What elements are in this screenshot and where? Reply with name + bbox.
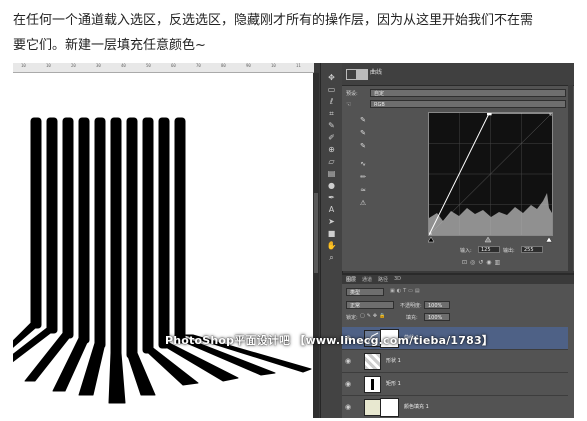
ruler-tick: 80	[221, 63, 226, 68]
adjustment-icon[interactable]	[346, 69, 357, 80]
opacity-field[interactable]: 100%	[424, 301, 450, 309]
horizontal-ruler: 10 10 20 30 40 50 60 70 80 90 10 11	[13, 63, 314, 73]
channel-dropdown[interactable]: RGB	[370, 100, 566, 108]
caption-line-1: 在任何一个通道载入选区，反选选区，隐藏刚才所有的操作层，因为从这里开始我们不在需	[13, 13, 534, 28]
curve-control-point[interactable]	[486, 110, 492, 116]
canvas-scrollbar[interactable]	[313, 73, 319, 418]
visibility-eye-icon[interactable]: ◉	[345, 357, 351, 365]
properties-title: 曲线	[370, 69, 383, 76]
ruler-tick: 11	[296, 63, 301, 68]
fill-field[interactable]: 100%	[424, 313, 450, 321]
layer-name: 颜色填充 1	[404, 404, 429, 410]
preset-value: 自定	[374, 91, 385, 97]
ruler-tick: 70	[196, 63, 201, 68]
layer-row-color-fill[interactable]: ◉ 颜色填充 1	[342, 396, 568, 418]
channel-value: RGB	[374, 102, 385, 108]
caption-line-2: 要它们。新建一层填充任意颜色~	[13, 38, 206, 53]
layer-filter-dropdown[interactable]: 类型	[346, 288, 384, 296]
input-value: 125	[481, 247, 491, 253]
layer-name: 矩形 1	[386, 381, 401, 387]
shape-layer-thumb	[364, 353, 381, 370]
tab-paths[interactable]: 路径	[378, 276, 388, 283]
layer-mask-thumb	[380, 398, 399, 417]
layers-tabs: 图层 通道 路径 3D	[342, 275, 574, 284]
properties-scrollbar[interactable]	[568, 85, 573, 271]
output-label: 输出:	[503, 248, 515, 254]
blend-mode-value: 正常	[350, 303, 361, 309]
curves-plot	[426, 110, 555, 238]
gray-point-slider	[484, 236, 492, 243]
properties-header: 曲线	[342, 63, 574, 86]
visibility-eye-icon[interactable]: ◉	[345, 380, 351, 388]
rectangle-layer-thumb	[364, 376, 381, 393]
tab-layers[interactable]: 图层	[346, 276, 356, 283]
eyedropper-white-icon[interactable]: ✎	[357, 141, 369, 152]
tab-channels[interactable]: 通道	[362, 276, 372, 283]
ruler-tick: 90	[246, 63, 251, 68]
lock-label: 锁定:	[346, 315, 358, 321]
ruler-tick: 50	[146, 63, 151, 68]
filter-icons[interactable]: ▣◐T▭▤	[390, 288, 422, 294]
input-label: 输入:	[460, 248, 472, 254]
ruler-tick: 30	[96, 63, 101, 68]
panel-footer-icons[interactable]: ⊡◎↺◉▥	[462, 259, 503, 266]
curve-point-tool-icon[interactable]: ∿	[357, 159, 369, 170]
pencil-tool-icon[interactable]: ✏	[357, 172, 369, 183]
tab-3d[interactable]: 3D	[394, 276, 401, 282]
photoshop-screenshot: 10 10 20 30 40 50 60 70 80 90 10 11 ✥ ▭ …	[13, 63, 574, 418]
ruler-tick: 40	[121, 63, 126, 68]
opacity-label: 不透明度:	[400, 303, 422, 309]
ruler-tick: 10	[21, 63, 26, 68]
clipping-warning-icon[interactable]: ⚠	[357, 198, 369, 209]
color-fill-thumb	[364, 399, 381, 416]
properties-panel: 曲线 预设: 自定 ☜ RGB ✎ ✎ ✎ ∿ ✏ ≈ ⚠ 输入: 125 输出…	[342, 63, 574, 271]
input-slider[interactable]	[428, 235, 553, 243]
eyedropper-gray-icon[interactable]: ✎	[357, 128, 369, 139]
lock-icons[interactable]: ▢✎✥🔒	[360, 313, 387, 319]
mask-icon[interactable]	[357, 69, 368, 80]
zoom-icon[interactable]: ⌕	[324, 251, 339, 264]
black-point-slider	[428, 236, 435, 243]
white-point-slider	[545, 236, 553, 243]
ruler-tick: 10	[271, 63, 276, 68]
preset-dropdown[interactable]: 自定	[370, 89, 566, 97]
layer-row-shape[interactable]: ◉ 形状 1	[342, 350, 568, 373]
smooth-tool-icon[interactable]: ≈	[357, 185, 369, 196]
panel-icon-strip: ✥ ▭ ℓ ⌗ ✎ ✐ ⊕ ▱ ▤ ● ✒ A ➤ ■ ✋ ⌕	[320, 63, 343, 418]
curves-graph[interactable]	[426, 110, 555, 238]
ruler-tick: 20	[71, 63, 76, 68]
watermark-text: PhotoShop平面设计吧 【www.linecg.com/tieba/178…	[165, 334, 494, 347]
fill-label: 填充:	[406, 315, 418, 321]
layer-row-rectangle[interactable]: ◉ 矩形 1	[342, 373, 568, 396]
ruler-tick: 60	[171, 63, 176, 68]
preset-label: 预设:	[346, 91, 358, 97]
fill-value: 100%	[428, 315, 443, 321]
document-canvas[interactable]	[13, 73, 313, 418]
input-field[interactable]: 125	[478, 246, 500, 253]
scroll-thumb[interactable]	[314, 193, 318, 273]
channel-hand-icon[interactable]: ☜	[346, 101, 351, 108]
visibility-eye-icon[interactable]: ◉	[345, 403, 351, 411]
eyedropper-black-icon[interactable]: ✎	[357, 115, 369, 126]
layer-name: 形状 1	[386, 358, 401, 364]
filter-label: 类型	[350, 290, 361, 296]
output-field[interactable]: 255	[521, 246, 543, 253]
caption-text: 在任何一个通道载入选区，反选选区，隐藏刚才所有的操作层，因为从这里开始我们不在需…	[13, 8, 578, 58]
opacity-value: 100%	[428, 303, 443, 309]
ruler-tick: 10	[46, 63, 51, 68]
output-value: 255	[524, 247, 534, 253]
blend-mode-dropdown[interactable]: 正常	[346, 301, 394, 309]
artwork-stripes	[13, 117, 312, 404]
